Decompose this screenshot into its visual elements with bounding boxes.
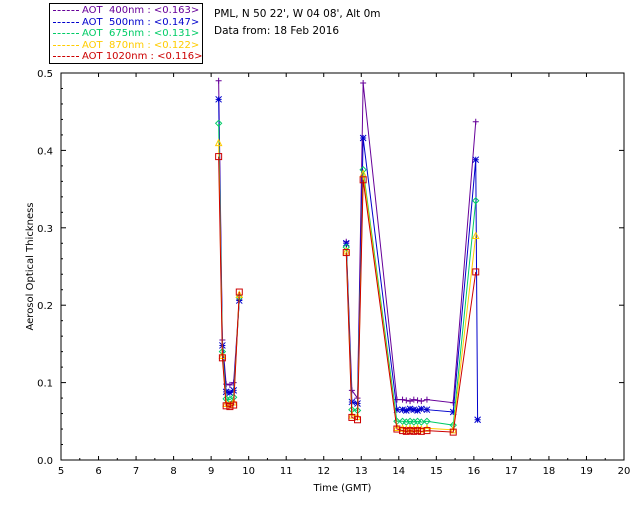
- legend-swatch: [53, 56, 79, 57]
- station-name: PML, N 50 22', W 04 08', Alt 0m: [214, 8, 381, 20]
- series-line: [345, 169, 477, 426]
- legend-label: AOT 870nm : <0.122>: [82, 39, 200, 51]
- series-line: [345, 83, 477, 404]
- x-tick-label: 8: [170, 466, 176, 477]
- series-1: [215, 95, 481, 424]
- x-tick-label: 7: [133, 466, 139, 477]
- legend-swatch: [53, 21, 79, 23]
- data-point: [399, 396, 406, 403]
- y-tick-label: 0.2: [37, 301, 53, 312]
- y-axis-title: Aerosol Optical Thickness: [25, 202, 36, 330]
- data-point: [360, 80, 367, 87]
- x-tick-label: 18: [543, 466, 556, 477]
- x-tick-label: 9: [208, 466, 214, 477]
- legend-label: AOT 1020nm : <0.116>: [82, 51, 203, 62]
- legend: AOT 400nm : <0.163> AOT 500nm : <0.147> …: [49, 3, 203, 64]
- data-point: [472, 156, 480, 164]
- y-tick-label: 0.3: [37, 224, 53, 235]
- data-point: [472, 118, 479, 125]
- x-tick-label: 11: [280, 466, 293, 477]
- data-series: [214, 77, 481, 436]
- aot-chart: 5 6 7 8 9 10 11 12 13 14 15 16 17 18 19 20 0.0 0.1 0.2 0.3 0…: [25, 69, 630, 494]
- plot-frame: [60, 72, 625, 461]
- series-4: [215, 153, 480, 436]
- data-point: [410, 396, 417, 403]
- x-tick-label: 12: [317, 466, 330, 477]
- data-point: [393, 396, 400, 403]
- x-tick-label: 15: [430, 466, 443, 477]
- x-tick-label: 14: [392, 466, 405, 477]
- legend-item-870nm: AOT 870nm : <0.122>: [50, 40, 202, 52]
- data-point: [215, 95, 222, 103]
- x-tick-label: 10: [242, 466, 255, 477]
- axis-ticks: 5 6 7 8 9 10 11 12 13 14 15 16 17 18 19 20 0.0 0.1 0.2 0.3 0…: [37, 69, 630, 477]
- legend-item-675nm: AOT 675nm : <0.131>: [50, 28, 202, 40]
- data-point: [407, 398, 414, 405]
- y-tick-label: 0.4: [37, 146, 53, 157]
- legend-label: AOT 675nm : <0.131>: [82, 28, 200, 39]
- legend-item-500nm: AOT 500nm : <0.147>: [50, 17, 202, 29]
- legend-label: AOT 500nm : <0.147>: [82, 16, 200, 28]
- x-tick-label: 19: [580, 466, 593, 477]
- y-tick-label: 0.0: [37, 456, 53, 467]
- legend-swatch: [53, 10, 79, 11]
- data-point: [474, 416, 481, 424]
- legend-swatch: [53, 33, 79, 34]
- legend-swatch: [53, 44, 79, 46]
- y-tick-label: 0.1: [37, 379, 53, 390]
- data-point: [359, 134, 367, 142]
- data-point: [414, 397, 421, 404]
- x-axis-title: Time (GMT): [313, 483, 372, 494]
- data-point: [342, 239, 350, 247]
- y-tick-label: 0.5: [37, 69, 53, 80]
- data-point: [418, 398, 425, 405]
- x-tick-label: 6: [95, 466, 101, 477]
- data-point: [423, 396, 430, 403]
- x-tick-label: 20: [618, 466, 631, 477]
- legend-item-400nm: AOT 400nm : <0.163>: [50, 5, 202, 17]
- data-point: [417, 405, 425, 413]
- x-tick-label: 16: [467, 466, 480, 477]
- x-tick-label: 13: [355, 466, 368, 477]
- data-point: [423, 406, 431, 414]
- data-date: Data from: 18 Feb 2016: [214, 25, 340, 37]
- x-tick-label: 17: [505, 466, 518, 477]
- x-tick-label: 5: [58, 466, 64, 477]
- data-point: [403, 397, 410, 404]
- legend-label: AOT 400nm : <0.163>: [82, 5, 200, 16]
- data-point: [215, 77, 222, 84]
- legend-item-1020nm: AOT 1020nm : <0.116>: [50, 51, 202, 63]
